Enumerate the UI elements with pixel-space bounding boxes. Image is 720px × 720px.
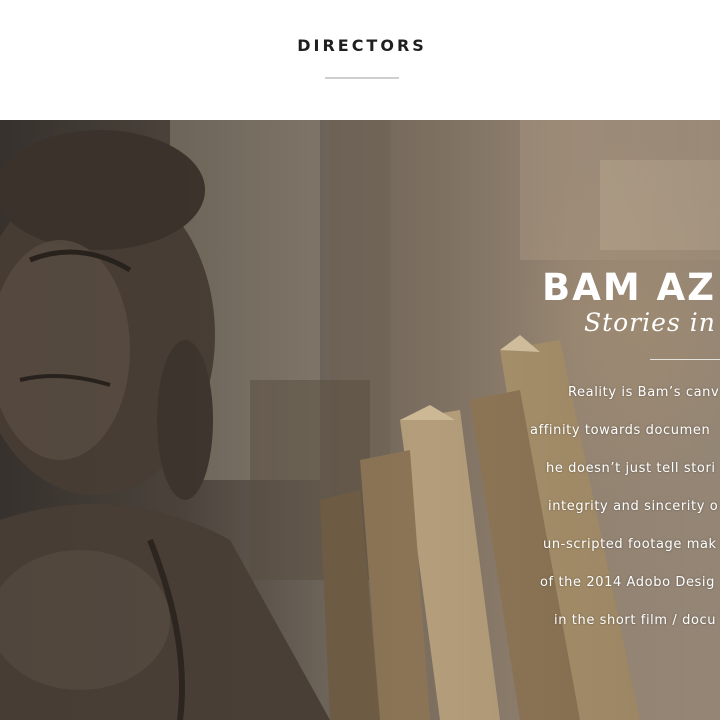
bio-line: integrity and sincerity o xyxy=(548,499,719,514)
bio-line: Reality is Bam’s canv xyxy=(568,385,720,400)
director-hero[interactable]: BAM AZ Stories in N Reality is Bam’s can… xyxy=(0,120,720,720)
director-tagline: Stories in N xyxy=(584,308,720,337)
page-header: DIRECTORS xyxy=(0,0,720,120)
bio-line: un-scripted footage mak xyxy=(543,537,717,552)
bio-line: he doesn’t just tell stori xyxy=(546,461,716,476)
bio-line: in the short film / docu xyxy=(554,613,717,628)
bio-line: of the 2014 Adobo Desig xyxy=(540,575,715,590)
section-title: DIRECTORS xyxy=(297,36,427,55)
director-name[interactable]: BAM AZ xyxy=(542,266,716,309)
title-divider xyxy=(325,77,399,79)
hero-overlay xyxy=(0,120,720,720)
bio-line: affinity towards documen xyxy=(530,423,711,438)
name-divider xyxy=(650,359,720,360)
